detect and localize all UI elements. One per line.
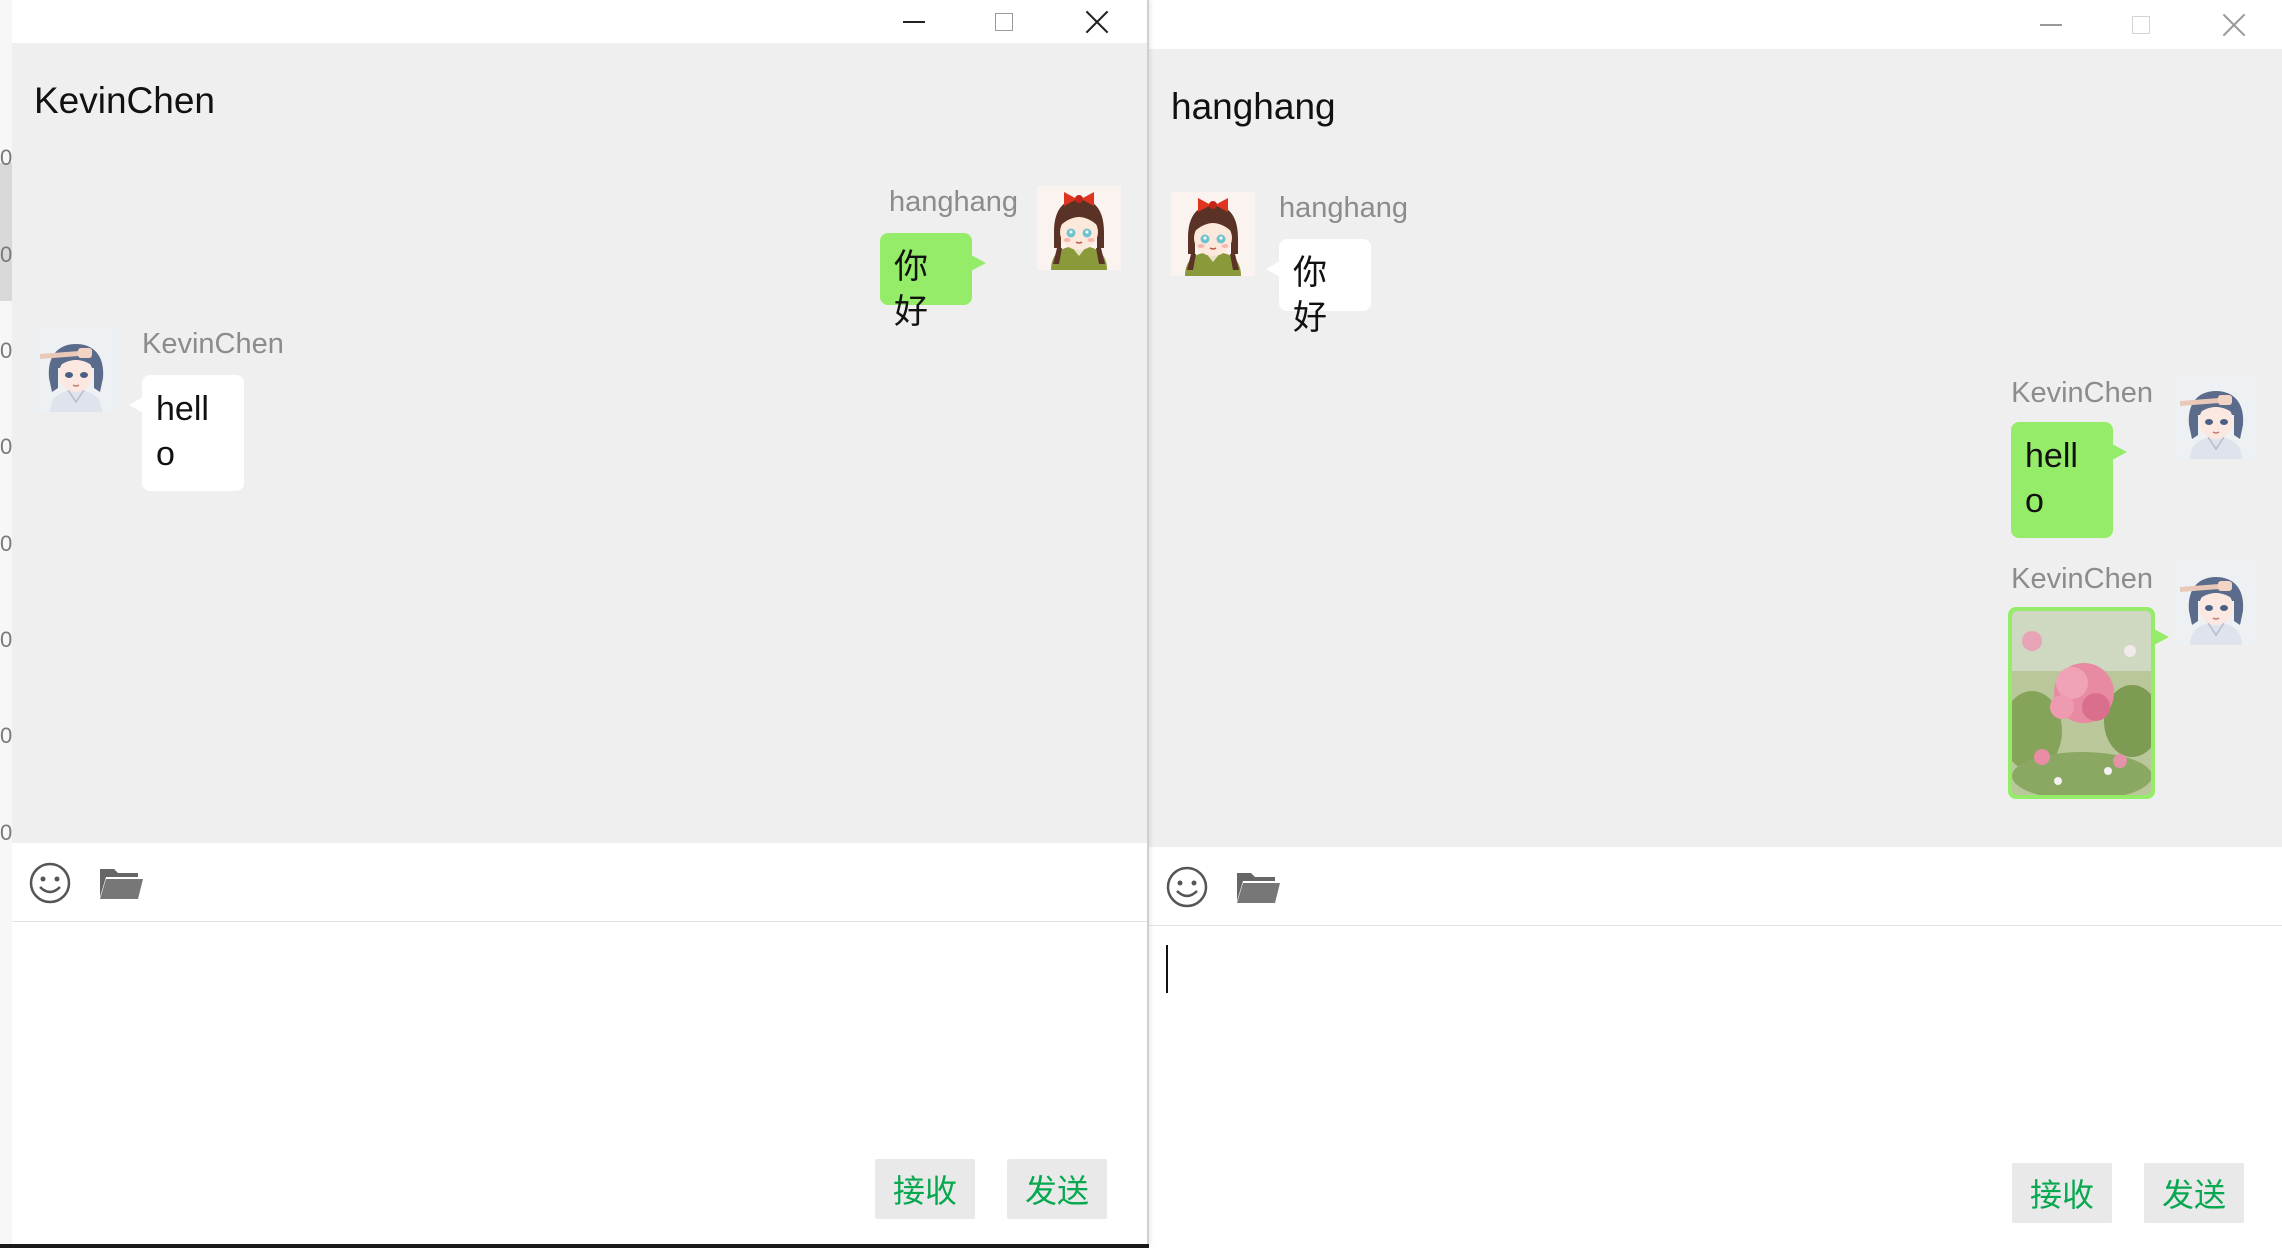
emoji-button[interactable] [26, 861, 74, 905]
background-digit: 0 [0, 242, 13, 267]
sender-name: KevinChen [2011, 563, 2153, 595]
chat-window-kevinchen: KevinChen hanghang 你好 KevinChen hell o 接… [12, 0, 1149, 1244]
window-titlebar[interactable] [1149, 0, 2282, 49]
folder-icon [1237, 873, 1280, 903]
emoji-icon [29, 862, 71, 904]
send-button[interactable]: 发送 [2144, 1163, 2244, 1223]
background-selection-highlight [0, 163, 12, 301]
folder-button[interactable] [1234, 865, 1282, 909]
background-app-edge: 0 0 0 0 0 0 0 0 [0, 0, 12, 1248]
send-button[interactable]: 发送 [1007, 1159, 1107, 1219]
close-button[interactable] [1062, 0, 1132, 43]
blue-hair-avatar-icon [2174, 375, 2258, 459]
text-caret [1166, 945, 1168, 993]
minimize-icon [2040, 23, 2062, 26]
close-button[interactable] [2199, 0, 2269, 49]
background-digit: 0 [0, 627, 13, 652]
window-titlebar[interactable] [12, 0, 1147, 43]
sender-name: KevinChen [2011, 377, 2153, 409]
background-digit: 0 [0, 434, 13, 459]
sender-name: KevinChen [142, 328, 284, 360]
emoji-icon [1166, 866, 1208, 908]
compose-toolbar [12, 843, 1147, 922]
maximize-button[interactable] [969, 0, 1039, 43]
message-bubble[interactable]: 你好 [880, 233, 986, 331]
emoji-button[interactable] [1163, 865, 1211, 909]
sender-name: hanghang [888, 186, 1018, 218]
close-icon [2222, 13, 2246, 37]
background-digit: 0 [0, 531, 13, 556]
girl-avatar-icon [1171, 192, 1255, 276]
taskbar-strip [0, 1244, 1149, 1248]
message-input[interactable] [12, 922, 1147, 1244]
sender-name: hanghang [1279, 192, 1409, 224]
chat-title: hanghang [1171, 86, 1336, 127]
compose-toolbar [1149, 847, 2282, 926]
blue-hair-avatar-icon [34, 328, 118, 412]
close-icon [1085, 10, 1109, 34]
message-bubble[interactable]: hell o [2011, 422, 2127, 538]
image-message-bubble[interactable] [2002, 607, 2169, 800]
avatar-kevinchen[interactable] [2174, 561, 2258, 645]
message-bubble[interactable]: hell o [129, 375, 244, 491]
maximize-icon [2132, 15, 2150, 34]
message-bubble[interactable]: 你好 [1266, 239, 1371, 337]
blue-hair-avatar-icon [2174, 561, 2258, 645]
girl-avatar-icon [1037, 186, 1121, 270]
minimize-button[interactable] [879, 0, 949, 43]
compose-panel: 接收 发送 [1149, 847, 2282, 1248]
avatar-kevinchen[interactable] [2174, 375, 2258, 459]
background-digit: 0 [0, 145, 13, 170]
compose-panel: 接收 发送 [12, 843, 1147, 1244]
background-digit: 0 [0, 820, 13, 845]
folder-icon [100, 869, 143, 899]
chat-window-hanghang: hanghang hanghang 你好 KevinChen hell o Ke… [1149, 0, 2282, 1248]
maximize-button[interactable] [2106, 0, 2176, 49]
maximize-icon [995, 12, 1013, 31]
receive-button[interactable]: 接收 [875, 1159, 975, 1219]
avatar-hanghang[interactable] [1037, 186, 1121, 270]
receive-button[interactable]: 接收 [2012, 1163, 2112, 1223]
chat-title: KevinChen [34, 80, 216, 121]
background-digit: 0 [0, 723, 13, 748]
message-input[interactable] [1149, 926, 2282, 1248]
background-digit: 0 [0, 338, 13, 363]
flower-photo [2002, 611, 2160, 800]
avatar-kevinchen[interactable] [34, 328, 118, 412]
folder-button[interactable] [97, 861, 145, 905]
minimize-button[interactable] [2016, 0, 2086, 49]
minimize-icon [903, 20, 925, 23]
avatar-hanghang[interactable] [1171, 192, 1255, 276]
